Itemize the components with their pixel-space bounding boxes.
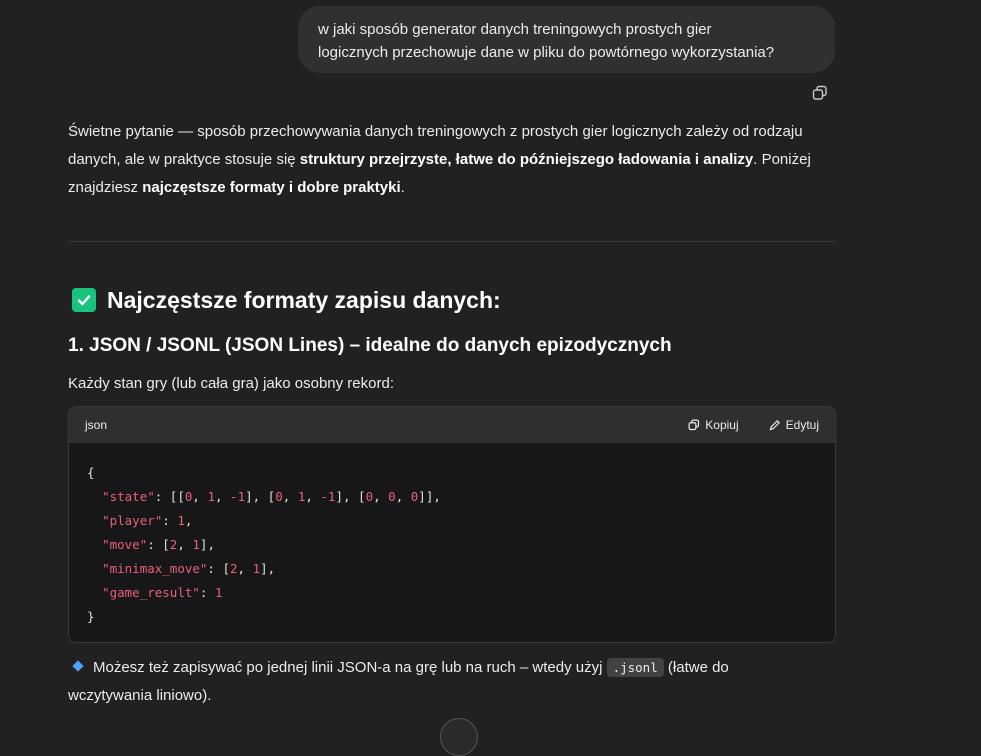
code-actions: Kopiuj Edytuj: [688, 418, 819, 432]
section-heading-text: Najczęstsze formaty zapisu danych:: [107, 286, 501, 313]
subheading: 1. JSON / JSONL (JSON Lines) – idealne d…: [68, 335, 672, 356]
answer-intro: Świetne pytanie — sposób przechowywania …: [68, 118, 838, 202]
edit-code-label: Edytuj: [785, 418, 819, 432]
tip-paragraph: Możesz też zapisywać po jednej linii JSO…: [68, 654, 808, 710]
copy-icon: [688, 419, 700, 431]
intro-bold: najczęstsze formaty i dobre praktyki: [142, 179, 401, 196]
code-header: json Kopiuj Edytuj: [69, 407, 835, 443]
code-line: {: [87, 465, 95, 480]
code-content: { "state": [[0, 1, -1], [0, 1, -1], [0, …: [69, 443, 835, 642]
user-message-line: w jaki sposób generator danych treningow…: [318, 21, 712, 38]
copy-message-button[interactable]: [811, 84, 829, 102]
code-line: "minimax_move": [2, 1],: [102, 561, 276, 576]
code-intro: Każdy stan gry (lub cała gra) jako osobn…: [68, 375, 394, 392]
copy-code-label: Kopiuj: [705, 418, 739, 432]
code-block: json Kopiuj Edytuj { "state": [[0, 1, -1…: [68, 406, 836, 643]
code-line: "game_result": 1: [102, 585, 223, 600]
code-line: "player": 1,: [102, 513, 193, 528]
user-message-line: logicznych przechowuje dane w pliku do p…: [318, 44, 775, 61]
tip-text: Możesz też zapisywać po jednej linii JSO…: [93, 659, 607, 676]
section-heading: Najczęstsze formaty zapisu danych:: [72, 284, 501, 316]
scroll-down-button[interactable]: [440, 718, 478, 756]
edit-code-button[interactable]: Edytuj: [769, 418, 819, 432]
code-line: }: [87, 609, 95, 624]
copy-code-button[interactable]: Kopiuj: [688, 418, 739, 432]
code-line: "move": [2, 1],: [102, 537, 215, 552]
pencil-icon: [769, 420, 780, 431]
copy-icon: [812, 85, 827, 100]
diamond-icon: [72, 660, 84, 672]
intro-bold: struktury przejrzyste, łatwe do późniejs…: [299, 151, 754, 168]
inline-code: .jsonl: [606, 658, 664, 677]
check-icon: [72, 288, 96, 312]
divider: [68, 241, 836, 242]
intro-text: .: [400, 179, 405, 196]
code-line: "state": [[0, 1, -1], [0, 1, -1], [0, 0,…: [102, 489, 441, 504]
code-language: json: [85, 418, 108, 432]
user-message-bubble: w jaki sposób generator danych treningow…: [298, 6, 835, 73]
